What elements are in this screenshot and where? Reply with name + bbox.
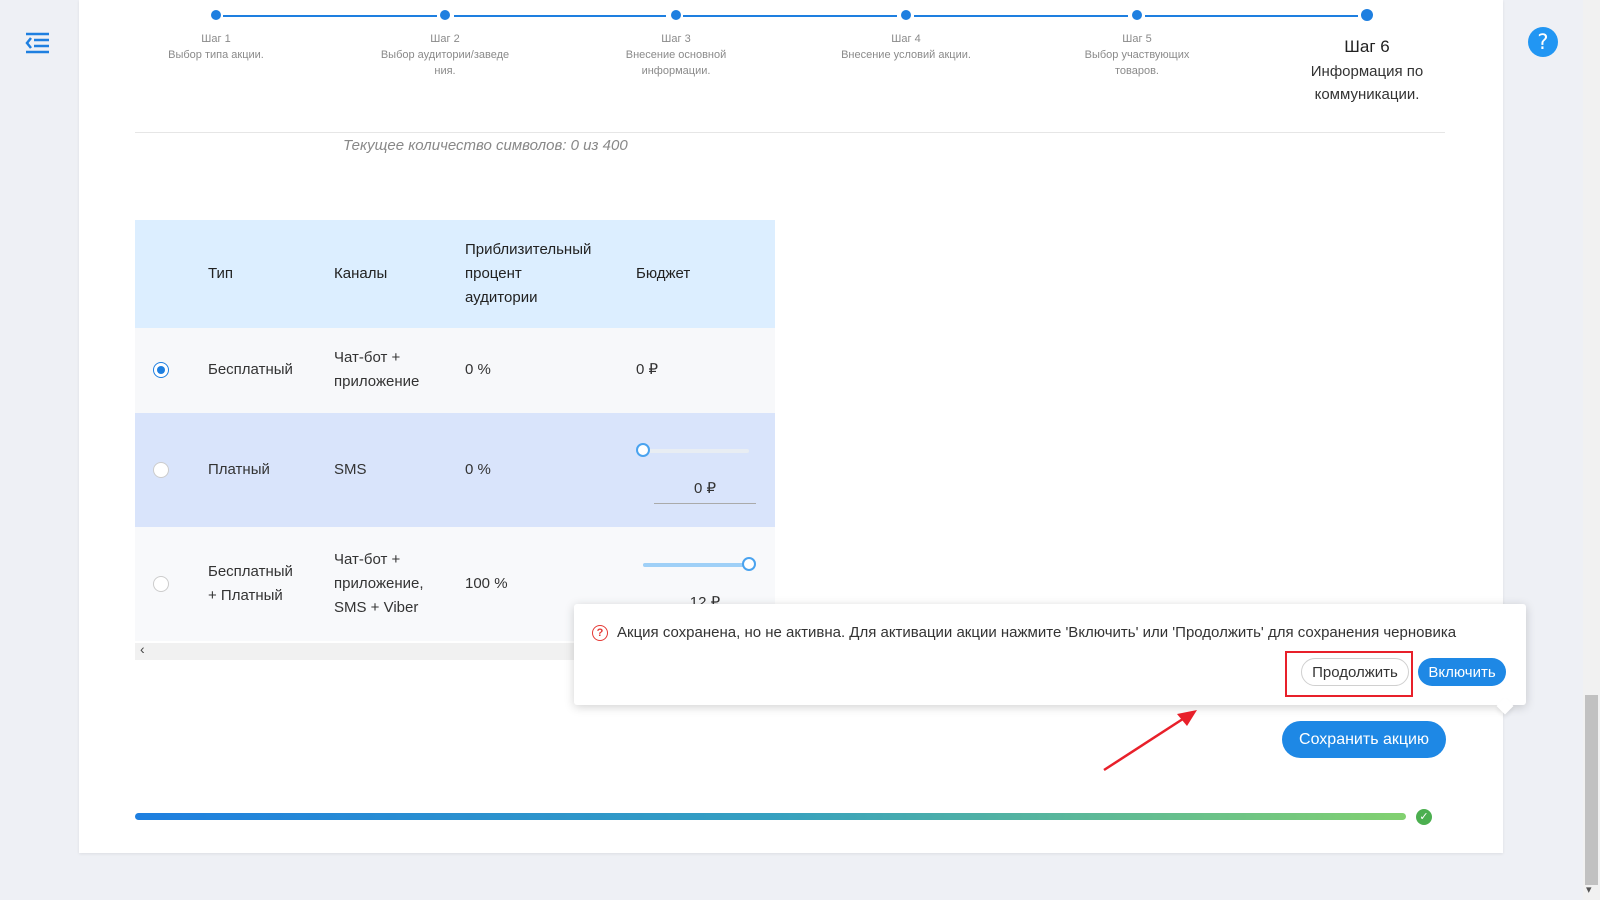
stepper-connector bbox=[223, 15, 437, 17]
main-card: Шаг 1 Выбор типа акции. Шаг 2 Выбор ауди… bbox=[79, 0, 1526, 853]
slider-handle[interactable] bbox=[636, 443, 650, 457]
popover-arrow bbox=[1496, 697, 1514, 715]
channel-line: SMS + Viber bbox=[334, 599, 419, 616]
step-desc: Информация по коммуникации. bbox=[1310, 63, 1424, 103]
column-header-type: Тип bbox=[208, 265, 234, 282]
row-channels: SMS bbox=[334, 461, 367, 478]
channel-line: Чат-бот + bbox=[334, 551, 401, 568]
slider-fill bbox=[643, 563, 749, 567]
step-5[interactable]: Шаг 5 Выбор участвующих товаров. bbox=[1062, 31, 1212, 79]
budget-slider[interactable] bbox=[636, 443, 749, 457]
step-3[interactable]: Шаг 3 Внесение основной информации. bbox=[601, 31, 751, 79]
save-promotion-button[interactable]: Сохранить акцию bbox=[1282, 721, 1446, 758]
header-line: процент bbox=[465, 265, 522, 282]
stepper-connector bbox=[454, 15, 666, 17]
step-title: Шаг 1 bbox=[201, 33, 231, 45]
table-row[interactable]: Бесплатный Чат-бот + приложение 0 % 0 ₽ bbox=[135, 328, 775, 413]
column-header-budget: Бюджет bbox=[636, 265, 691, 282]
table-row[interactable]: Платный SMS 0 % bbox=[135, 413, 775, 527]
step-desc: Выбор участвующих товаров. bbox=[1084, 49, 1190, 77]
stepper-connector bbox=[1145, 15, 1358, 17]
step-4[interactable]: Шаг 4 Внесение условий акции. bbox=[831, 31, 981, 63]
channel-line: приложение bbox=[334, 373, 420, 390]
row-radio[interactable] bbox=[153, 362, 169, 378]
row-audience: 0 % bbox=[465, 461, 491, 478]
column-header-audience: Приблизительный процент аудитории bbox=[465, 238, 591, 310]
step-3-dot[interactable] bbox=[671, 10, 681, 20]
annotation-arrow bbox=[1103, 710, 1197, 772]
question-circle-icon: ? bbox=[592, 625, 608, 641]
slider-handle[interactable] bbox=[742, 557, 756, 571]
row-audience: 100 % bbox=[465, 575, 508, 592]
save-confirm-popover: ? Акция сохранена, но не активна. Для ак… bbox=[574, 604, 1526, 715]
budget-input[interactable] bbox=[654, 473, 756, 504]
step-6[interactable]: Шаг 6 Информация по коммуникации. bbox=[1277, 34, 1457, 106]
step-1-dot[interactable] bbox=[211, 10, 221, 20]
popover-message: Акция сохранена, но не активна. Для акти… bbox=[617, 624, 1457, 641]
step-4-dot[interactable] bbox=[901, 10, 911, 20]
enable-button[interactable]: Включить bbox=[1418, 658, 1506, 686]
row-type: Бесплатный bbox=[208, 361, 293, 378]
header-line: Приблизительный bbox=[465, 241, 592, 258]
char-count-hint: Текущее количество символов: 0 из 400 bbox=[343, 137, 628, 154]
type-line: Бесплатный bbox=[208, 563, 293, 580]
step-title: Шаг 2 bbox=[430, 33, 460, 45]
step-title: Шаг 3 bbox=[661, 33, 691, 45]
channel-line: Чат-бот + bbox=[334, 349, 401, 366]
scrollbar-thumb[interactable] bbox=[1585, 695, 1598, 885]
stepper-connector bbox=[683, 15, 897, 17]
divider bbox=[135, 132, 1445, 133]
channel-line: приложение, bbox=[334, 575, 424, 592]
step-desc: Внесение основной информации. bbox=[625, 49, 727, 77]
step-title: Шаг 4 bbox=[891, 33, 921, 45]
step-2[interactable]: Шаг 2 Выбор аудитории/заведения. bbox=[370, 31, 520, 79]
progress-bar bbox=[135, 813, 1406, 820]
row-radio[interactable] bbox=[153, 576, 169, 592]
step-5-dot[interactable] bbox=[1132, 10, 1142, 20]
step-title: Шаг 5 bbox=[1122, 33, 1152, 45]
check-icon: ✓ bbox=[1416, 809, 1432, 825]
menu-collapse-icon[interactable] bbox=[22, 28, 52, 58]
row-channels: Чат-бот + приложение, SMS + Viber bbox=[334, 548, 424, 620]
header-line: аудитории bbox=[465, 289, 538, 306]
step-2-dot[interactable] bbox=[440, 10, 450, 20]
row-audience: 0 % bbox=[465, 361, 491, 378]
step-6-dot[interactable] bbox=[1361, 9, 1373, 21]
step-desc: Выбор типа акции. bbox=[168, 49, 264, 61]
scroll-down-icon[interactable]: ▾ bbox=[1586, 883, 1592, 896]
step-desc: Внесение условий акции. bbox=[841, 49, 971, 61]
row-channels: Чат-бот + приложение bbox=[334, 346, 419, 394]
row-type: Бесплатный + Платный bbox=[208, 560, 293, 608]
row-radio[interactable] bbox=[153, 462, 169, 478]
step-title: Шаг 6 bbox=[1344, 37, 1390, 56]
stepper-connector bbox=[914, 15, 1128, 17]
row-budget: 0 ₽ bbox=[636, 361, 659, 378]
continue-button[interactable]: Продолжить bbox=[1301, 658, 1409, 686]
question-icon[interactable]: ? bbox=[1528, 27, 1558, 57]
scroll-left-icon[interactable]: ‹ bbox=[140, 641, 145, 657]
row-type: Платный bbox=[208, 461, 270, 478]
budget-slider[interactable] bbox=[643, 557, 756, 571]
step-desc: Выбор аудитории/заведения. bbox=[380, 49, 510, 77]
table-header: Тип Каналы Приблизительный процент аудит… bbox=[135, 220, 775, 328]
table-horizontal-scrollbar[interactable]: ‹ bbox=[135, 641, 635, 660]
column-header-channels: Каналы bbox=[334, 265, 388, 282]
communication-table: Тип Каналы Приблизительный процент аудит… bbox=[135, 220, 775, 641]
page-vertical-scrollbar[interactable]: ▾ bbox=[1583, 0, 1600, 900]
type-line: + Платный bbox=[208, 587, 283, 604]
step-1[interactable]: Шаг 1 Выбор типа акции. bbox=[141, 31, 291, 63]
